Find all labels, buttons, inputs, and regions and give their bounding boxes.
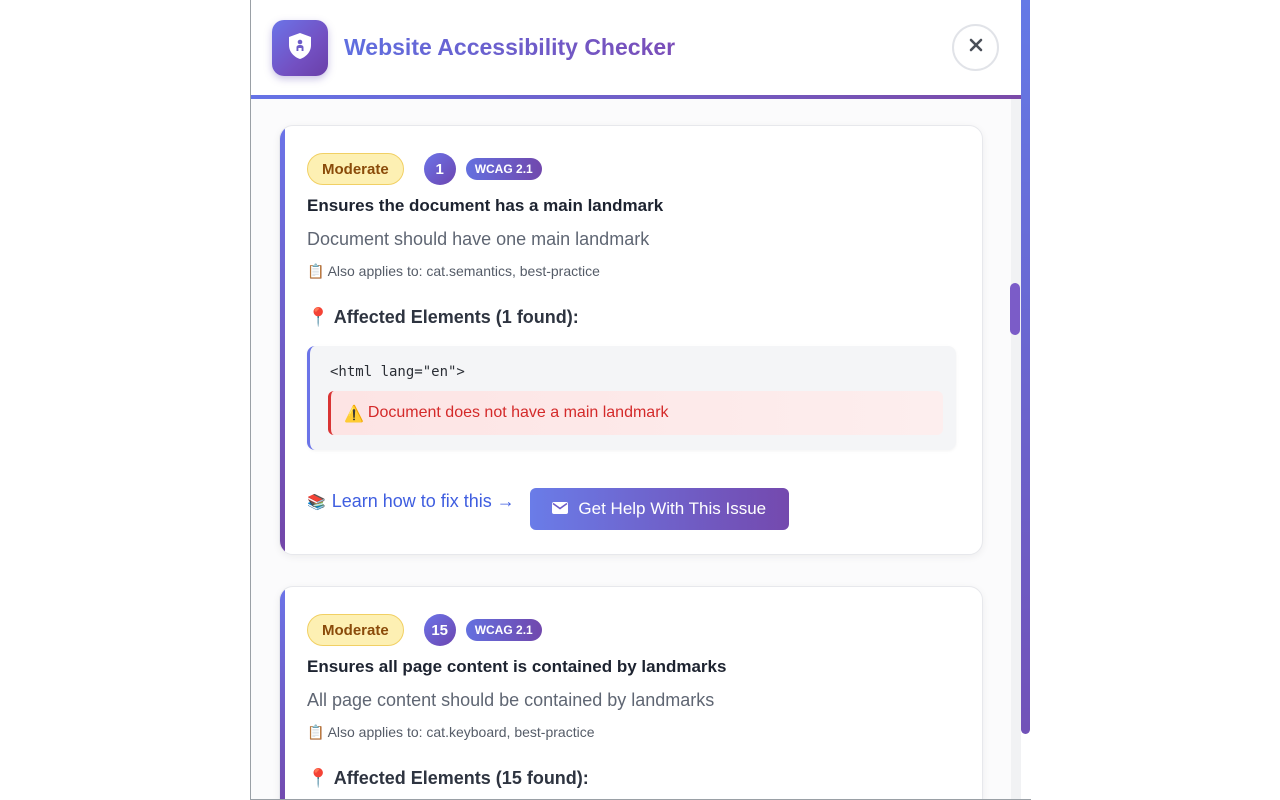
wcag-badge: WCAG 2.1 [465, 619, 542, 641]
issue-title: Ensures the document has a main landmark [307, 196, 664, 215]
panel-header: Website Accessibility Checker [251, 0, 1021, 99]
clipboard-icon: 📋 [307, 264, 325, 280]
count-badge: 15 [423, 614, 456, 646]
clipboard-icon: 📋 [307, 725, 325, 741]
app-title: Website Accessibility Checker [344, 34, 676, 60]
close-icon [968, 37, 984, 58]
envelope-icon [552, 499, 569, 519]
wcag-badge: WCAG 2.1 [465, 158, 542, 180]
issue-description: All page content should be contained by … [307, 690, 715, 710]
panel-accent-bar [1021, 0, 1030, 734]
pin-icon: 📍 [307, 768, 330, 789]
results-list[interactable]: Moderate 1 WCAG 2.1 Ensures the document… [251, 99, 1011, 799]
issue-actions: 📚 Learn how to fix this → Get Help With … [307, 488, 789, 530]
get-help-label: Get Help With This Issue [578, 499, 767, 518]
accessibility-checker-panel: Website Accessibility Checker Moderate 1… [250, 0, 1031, 800]
failure-message: ⚠️ Document does not have a main landmar… [328, 391, 943, 435]
issue-badges: Moderate 15 WCAG 2.1 [307, 614, 542, 646]
applies-to: 📋 Also applies to: cat.semantics, best-p… [307, 263, 600, 280]
affected-elements-label: Affected Elements (1 found): [333, 307, 579, 327]
scrollbar-thumb[interactable] [1010, 283, 1020, 335]
app-logo [272, 20, 328, 76]
shield-person-icon [286, 31, 314, 66]
issue-badges: Moderate 1 WCAG 2.1 [307, 153, 542, 185]
affected-element: <html lang="en"> ⚠️ Document does not ha… [307, 346, 956, 450]
affected-elements-heading: 📍 Affected Elements (15 found): [307, 768, 589, 789]
issue-description: Document should have one main landmark [307, 229, 650, 249]
books-icon: 📚 [307, 492, 326, 511]
failure-text: Document does not have a main landmark [367, 404, 669, 421]
learn-how-to-fix-link[interactable]: 📚 Learn how to fix this → [307, 491, 515, 512]
severity-badge: Moderate [307, 614, 404, 646]
issue-title: Ensures all page content is contained by… [307, 657, 727, 676]
affected-elements-label: Affected Elements (15 found): [333, 768, 589, 788]
issue-card: Moderate 1 WCAG 2.1 Ensures the document… [279, 125, 983, 555]
learn-link-text: Learn how to fix this → [331, 491, 515, 511]
applies-to-text: Also applies to: cat.semantics, best-pra… [327, 263, 600, 279]
applies-to-text: Also applies to: cat.keyboard, best-prac… [327, 724, 595, 740]
pin-icon: 📍 [307, 307, 330, 328]
warning-icon: ⚠️ [344, 403, 364, 423]
close-button[interactable] [952, 24, 999, 71]
get-help-button[interactable]: Get Help With This Issue [529, 488, 789, 530]
scrollbar-track[interactable] [1011, 99, 1021, 799]
affected-elements-heading: 📍 Affected Elements (1 found): [307, 307, 579, 328]
applies-to: 📋 Also applies to: cat.keyboard, best-pr… [307, 724, 594, 741]
element-code: <html lang="en"> [330, 364, 465, 380]
severity-badge: Moderate [307, 153, 404, 185]
count-badge: 1 [423, 153, 456, 185]
issue-card: Moderate 15 WCAG 2.1 Ensures all page co… [279, 586, 983, 799]
